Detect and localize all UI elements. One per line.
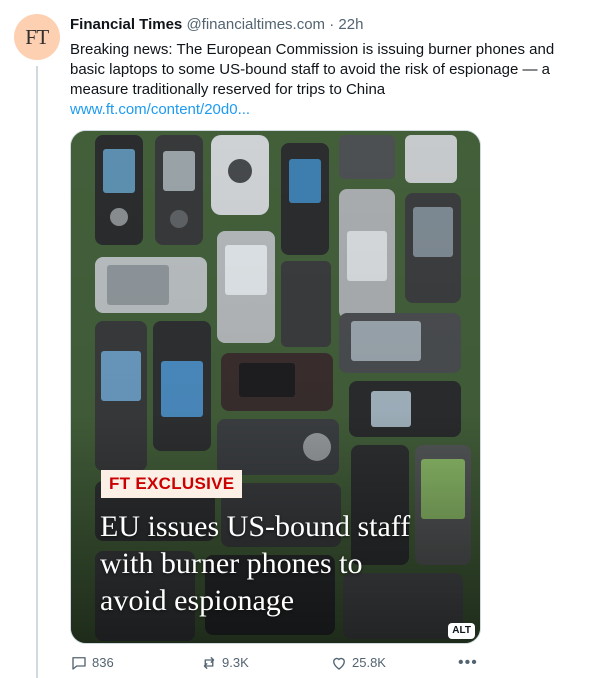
reply-button[interactable]: 836 bbox=[70, 652, 114, 674]
heart-icon bbox=[333, 657, 345, 670]
repost-button[interactable]: 9.3K bbox=[200, 652, 249, 674]
post-actions: 836 9.3K 25.8K ••• bbox=[70, 652, 480, 674]
repost-icon bbox=[203, 657, 215, 669]
thread-line bbox=[36, 66, 38, 678]
media-headline: EU issues US-bound staff with burner pho… bbox=[100, 508, 460, 619]
alt-text-badge[interactable]: ALT bbox=[448, 623, 475, 639]
post-text: Breaking news: The European Commission i… bbox=[70, 41, 555, 98]
headline-line: with burner phones to bbox=[100, 547, 363, 580]
repost-count: 9.3K bbox=[222, 655, 249, 670]
post-media-card[interactable]: FT EXCLUSIVE EU issues US-bound staff wi… bbox=[70, 130, 481, 644]
avatar[interactable]: FT bbox=[14, 14, 60, 60]
author-name[interactable]: Financial Times bbox=[70, 16, 182, 33]
author-handle[interactable]: @financialtimes.com bbox=[186, 16, 325, 33]
headline-line: EU issues US-bound staff bbox=[100, 510, 411, 543]
post-time[interactable]: 22h bbox=[338, 16, 363, 33]
header-separator: · bbox=[329, 16, 335, 33]
more-options-button[interactable]: ••• bbox=[458, 652, 478, 674]
like-button[interactable]: 25.8K bbox=[330, 652, 386, 674]
post-header: Financial Times @financialtimes.com · 22… bbox=[70, 15, 363, 35]
reply-count: 836 bbox=[92, 655, 114, 670]
headline-line: avoid espionage bbox=[100, 584, 295, 617]
exclusive-label: FT EXCLUSIVE bbox=[101, 470, 243, 498]
post-link[interactable]: www.ft.com/content/20d0... bbox=[70, 100, 580, 120]
reply-icon bbox=[72, 657, 86, 670]
like-count: 25.8K bbox=[352, 655, 386, 670]
avatar-logo-text: FT bbox=[25, 24, 49, 49]
post-body: Breaking news: The European Commission i… bbox=[70, 40, 580, 120]
